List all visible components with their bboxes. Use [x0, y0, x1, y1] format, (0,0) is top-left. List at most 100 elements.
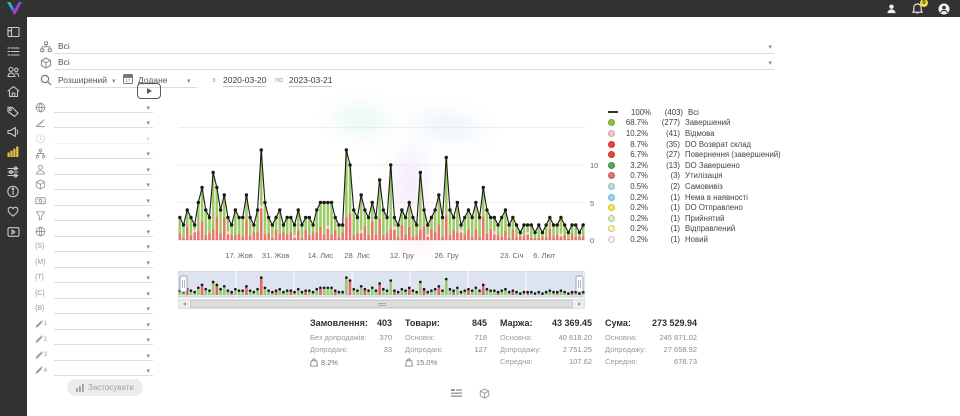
rail-filter-row[interactable]: ▾	[27, 131, 159, 147]
chevron-down-icon[interactable]: ▾	[146, 120, 150, 127]
legend-item[interactable]: 0.2%(1)DO Отправлено	[608, 202, 826, 213]
rail-filter-row[interactable]: {C}▾	[27, 286, 159, 302]
chevron-down-icon[interactable]: ▾	[146, 229, 150, 236]
legend-swatch	[608, 130, 615, 137]
chevron-down-icon[interactable]: ▾	[146, 322, 150, 329]
legend-item[interactable]: 0.2%(1)Новий	[608, 234, 826, 245]
chevron-down-icon[interactable]: ▾	[146, 291, 150, 298]
rail-filter-row[interactable]: ▾	[27, 209, 159, 225]
rail-filter-row[interactable]: ▾	[27, 147, 159, 163]
rail-filter-row[interactable]: ▾	[27, 193, 159, 209]
date-from-input[interactable]: 2020-03-20	[223, 75, 266, 87]
rail-filter-row[interactable]: {S}▾	[27, 240, 159, 256]
chevron-down-icon[interactable]: ▾	[146, 337, 150, 344]
legend-item[interactable]: 0.2%(1)Відправлений	[608, 224, 826, 235]
chevron-down-icon[interactable]: ▾	[187, 78, 191, 85]
legend-item[interactable]: 68.7%(277)Завершений	[608, 118, 826, 129]
legend-item[interactable]: 6.7%(27)Повернення (завершений)	[608, 149, 826, 160]
chevron-down-icon[interactable]: ▾	[146, 213, 150, 220]
search-icon[interactable]	[40, 73, 52, 85]
rail-filter-row[interactable]: ▾	[27, 100, 159, 116]
analytics-icon[interactable]	[7, 144, 21, 158]
apply-button[interactable]: Застосувати	[67, 379, 143, 396]
orders-list-toggle-icon[interactable]	[451, 386, 462, 404]
settings-icon[interactable]	[7, 164, 21, 178]
chevron-down-icon[interactable]: ▾	[146, 275, 150, 282]
store-icon[interactable]	[7, 84, 21, 98]
rail-filter-row[interactable]: ▾	[27, 116, 159, 132]
source-filter-value[interactable]: Всі	[58, 41, 70, 51]
tags-icon[interactable]	[7, 104, 21, 118]
nav-right-handle[interactable]	[576, 276, 583, 292]
scroll-left-arrow-icon[interactable]	[179, 300, 189, 308]
rail-filter-row[interactable]: 2▾	[27, 333, 159, 349]
app-logo-icon[interactable]	[7, 2, 22, 15]
avatar-icon[interactable]	[937, 2, 950, 15]
legend-item[interactable]: 10.2%(41)Відмова	[608, 128, 826, 139]
chevron-down-icon[interactable]: ▾	[146, 368, 150, 375]
badge-icon: {T}	[35, 272, 47, 284]
rail-filter-row[interactable]: ▾	[27, 178, 159, 194]
filter-row-products[interactable]: Всі ▾	[27, 55, 782, 70]
nav-left-handle[interactable]	[180, 276, 187, 292]
rail-filter-row[interactable]: ▾	[27, 162, 159, 178]
orders-chart[interactable]	[178, 100, 585, 242]
chevron-down-icon[interactable]: ▾	[146, 260, 150, 267]
date-to-input[interactable]: 2023-03-21	[289, 75, 332, 87]
legend-item[interactable]: 0.2%(1)Прийнятий	[608, 213, 826, 224]
chevron-down-icon[interactable]: ▾	[768, 60, 772, 67]
filter-rail: ▾▾▾▾▾▾▾▾▾{S}▾{M}▾{T}▾{C}▾{B}▾1▾2▾3▾4▾	[27, 100, 159, 379]
legend-item[interactable]: 0.7%(3)Утилізація	[608, 171, 826, 182]
chevron-down-icon[interactable]: ▾	[146, 182, 150, 189]
person-icon	[35, 163, 47, 175]
rail-select-underline	[54, 267, 153, 268]
chevron-down-icon[interactable]: ▾	[146, 105, 150, 112]
scrollbar-thumb[interactable]	[190, 300, 573, 308]
rail-select-underline	[54, 236, 153, 237]
dashboard-icon[interactable]	[7, 24, 21, 38]
chevron-down-icon[interactable]: ▾	[768, 44, 772, 51]
marketing-icon[interactable]	[7, 124, 21, 138]
chevron-down-icon[interactable]: ▾	[146, 353, 150, 360]
chevron-down-icon[interactable]: ▾	[146, 198, 150, 205]
partners-icon[interactable]	[7, 204, 21, 218]
legend-item[interactable]: 0.2%(1)Нема в наявності	[608, 192, 826, 203]
customers-icon[interactable]	[7, 64, 21, 78]
chevron-down-icon[interactable]: ▾	[146, 244, 150, 251]
products-toggle-icon[interactable]	[479, 386, 490, 404]
products-filter-value[interactable]: Всі	[58, 57, 70, 67]
notifications-bell-icon[interactable]: 0	[911, 2, 924, 15]
chart-scrollbar[interactable]	[178, 299, 585, 309]
stat-row: Середня:678.73	[605, 356, 697, 368]
legend-item[interactable]: 0.5%(2)Самовивіз	[608, 181, 826, 192]
scroll-right-arrow-icon[interactable]	[574, 300, 584, 308]
legend-item[interactable]: 3.2%(13)DO Завершено	[608, 160, 826, 171]
filter-row-source[interactable]: Всі ▾	[27, 39, 782, 54]
rail-filter-row[interactable]: 1▾	[27, 317, 159, 333]
rail-filter-row[interactable]: {M}▾	[27, 255, 159, 271]
legend-item[interactable]: 8.7%(35)DO Возврат склад	[608, 139, 826, 150]
chevron-down-icon[interactable]: ▾	[146, 306, 150, 313]
rail-filter-row[interactable]: ▾	[27, 224, 159, 240]
rail-filter-row[interactable]: 4▾	[27, 364, 159, 380]
chevron-down-icon[interactable]: ▾	[112, 78, 116, 85]
user-icon[interactable]	[885, 2, 898, 15]
video-tour-icon[interactable]	[137, 83, 161, 99]
video-lessons-icon[interactable]	[7, 224, 21, 238]
rail-filter-row[interactable]: {T} ▾	[27, 271, 159, 287]
rail-select-underline	[54, 329, 153, 330]
legend-item[interactable]: 100%(403)Всі	[608, 107, 826, 118]
chevron-down-icon[interactable]: ▾	[146, 136, 150, 143]
stat-row: Допродажу:2 751.25	[500, 344, 592, 356]
x-axis-tick: 6. Лют	[522, 251, 566, 260]
rail-filter-row[interactable]: 3▾	[27, 348, 159, 364]
chevron-down-icon[interactable]: ▾	[146, 167, 150, 174]
rail-filter-row[interactable]: {B}▾	[27, 302, 159, 318]
upsell-share-badge: 8.2%	[310, 356, 392, 369]
chevron-down-icon[interactable]: ▾	[146, 151, 150, 158]
orders-list-icon[interactable]	[7, 44, 21, 58]
chart-navigator[interactable]	[178, 271, 585, 298]
stat-header: Маржа:43 369.45	[500, 318, 592, 328]
info-icon[interactable]	[7, 184, 21, 198]
search-mode-select[interactable]: Розширений	[58, 75, 107, 85]
